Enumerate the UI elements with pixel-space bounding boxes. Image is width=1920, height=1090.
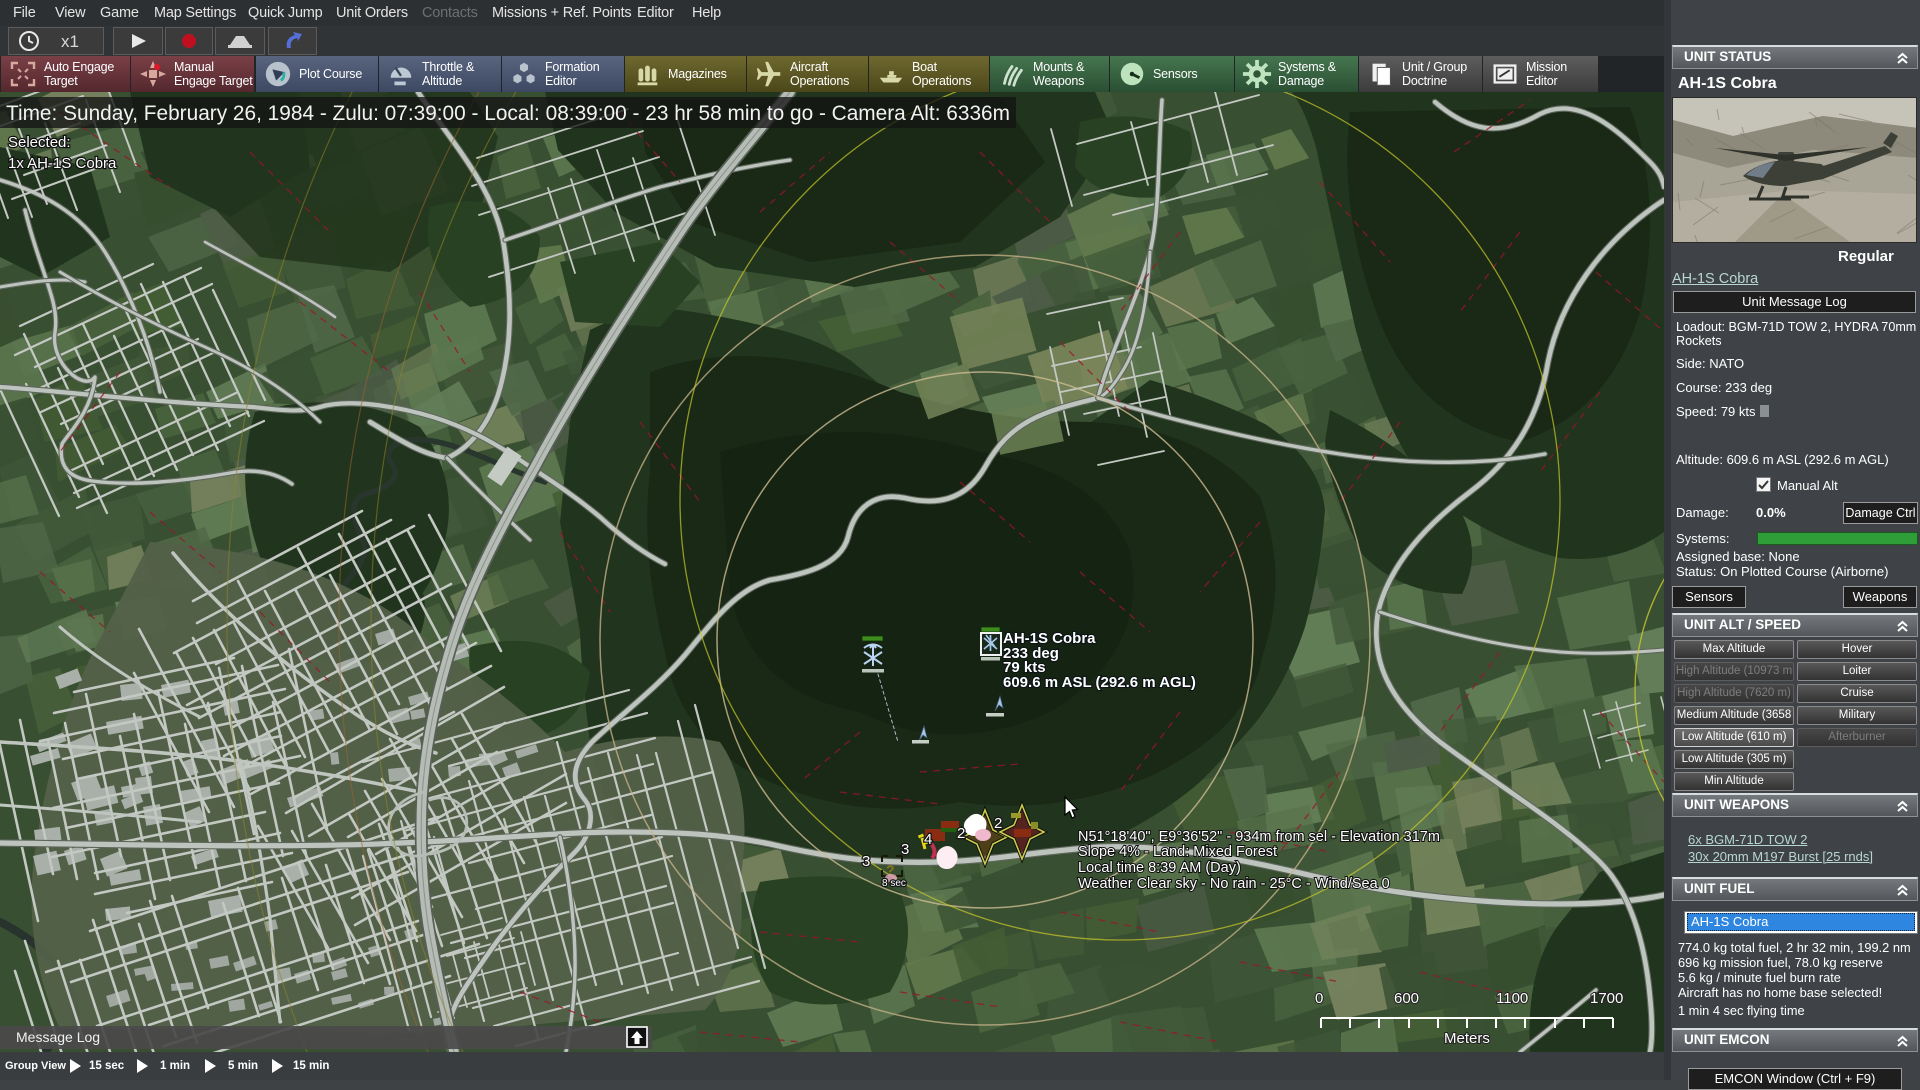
svg-text:Message Log: Message Log	[16, 1029, 100, 1045]
svg-text:Meters: Meters	[1444, 1030, 1490, 1047]
svg-text:1700: 1700	[1590, 990, 1623, 1007]
svg-text:4: 4	[924, 831, 932, 848]
svg-text:Selected:: Selected:	[8, 134, 71, 151]
svg-text:3: 3	[901, 841, 909, 858]
svg-text:0: 0	[1315, 990, 1323, 1007]
svg-text:8 sec: 8 sec	[882, 878, 906, 889]
svg-text:N51°18'40", E9°36'52" - 934m f: N51°18'40", E9°36'52" - 934m from sel - …	[1078, 829, 1440, 845]
svg-text:2: 2	[957, 825, 965, 842]
svg-text:Time: Sunday, February 26, 198: Time: Sunday, February 26, 1984 - Zulu: …	[6, 101, 1010, 125]
svg-text:3: 3	[862, 853, 870, 870]
svg-text:2: 2	[994, 815, 1002, 832]
svg-text:1100: 1100	[1496, 990, 1528, 1007]
svg-text:Local time 8:39 AM (Day): Local time 8:39 AM (Day)	[1078, 860, 1241, 876]
svg-text:1x AH-1S Cobra: 1x AH-1S Cobra	[8, 155, 117, 172]
svg-text:609.6 m ASL (292.6 m AGL): 609.6 m ASL (292.6 m AGL)	[1003, 674, 1196, 691]
svg-text:600: 600	[1394, 990, 1419, 1007]
svg-text:Weather Clear sky - No rain -: Weather Clear sky - No rain - 25°C - Win…	[1078, 876, 1390, 892]
svg-text:x1: x1	[61, 32, 79, 51]
svg-text:Slope 4% - Land: Mixed Forest: Slope 4% - Land: Mixed Forest	[1078, 844, 1277, 860]
